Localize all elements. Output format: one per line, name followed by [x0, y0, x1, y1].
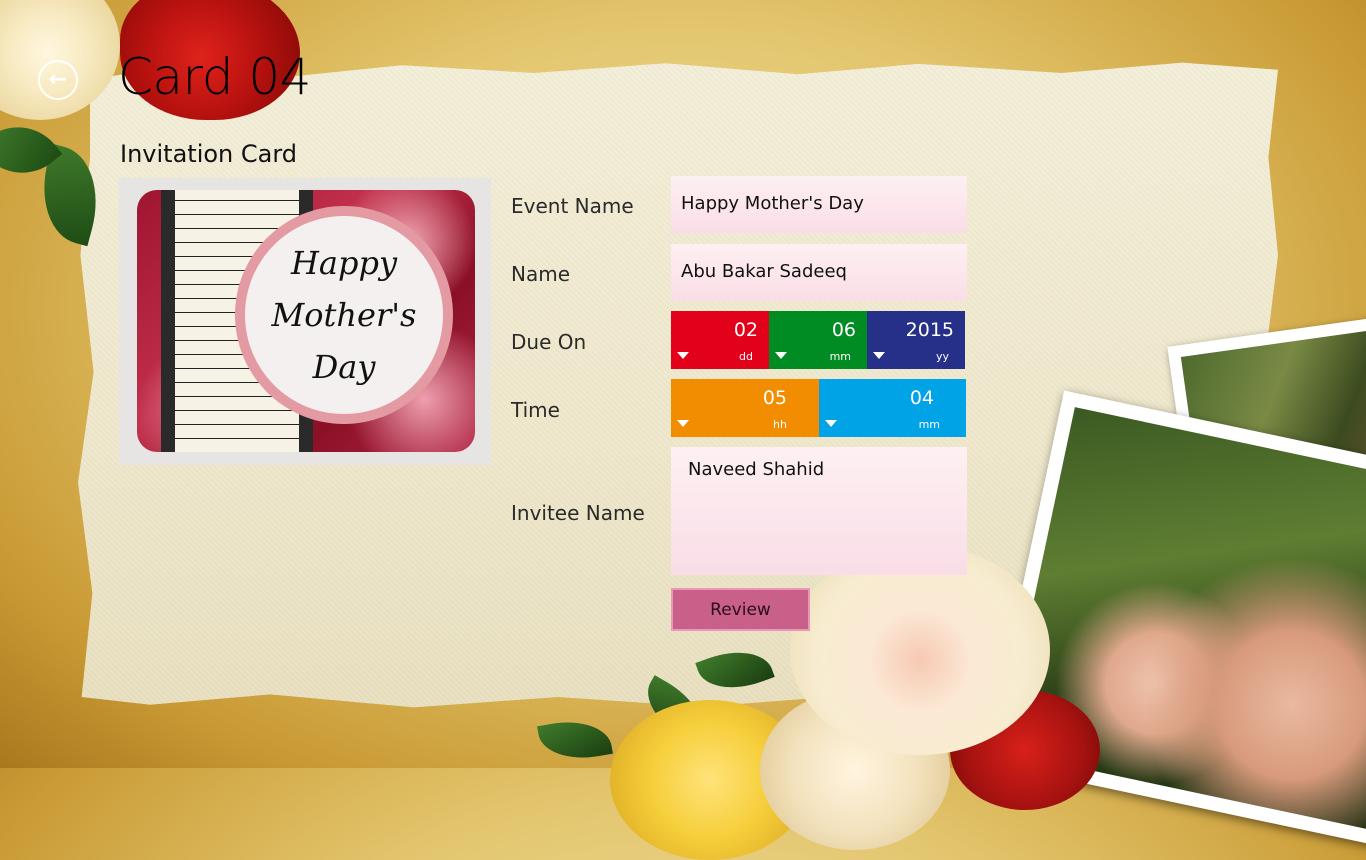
day-value: 02 — [733, 319, 758, 341]
review-button[interactable]: Review — [671, 588, 810, 631]
name-label: Name — [511, 262, 571, 286]
page-subtitle: Invitation Card — [120, 140, 298, 168]
name-input[interactable]: Abu Bakar Sadeeq — [671, 244, 967, 301]
page-title: Card 04 — [118, 48, 311, 106]
day-picker[interactable]: 02 dd — [671, 311, 769, 369]
hour-unit: hh — [773, 418, 787, 431]
dropdown-caret-icon — [775, 352, 787, 359]
back-button[interactable]: ← — [38, 60, 78, 100]
dropdown-caret-icon — [873, 352, 885, 359]
minute-value: 04 — [909, 387, 934, 409]
card-text-line: Day — [312, 348, 376, 386]
invitee-name-textarea[interactable]: Naveed Shahid — [671, 447, 967, 575]
card-text-line: Mother's — [271, 296, 417, 334]
time-label: Time — [511, 398, 560, 422]
month-unit: mm — [829, 350, 851, 363]
leaf-decoration — [537, 714, 613, 766]
dropdown-caret-icon — [677, 352, 689, 359]
back-arrow-icon: ← — [48, 67, 68, 92]
year-picker[interactable]: 2015 yy — [867, 311, 965, 369]
due-on-label: Due On — [511, 330, 587, 354]
year-value: 2015 — [905, 319, 954, 341]
card-text-line: Happy — [290, 244, 398, 282]
hour-picker[interactable]: 05 hh — [671, 379, 819, 437]
invitee-name-label: Invitee Name — [511, 501, 645, 525]
month-picker[interactable]: 06 mm — [769, 311, 867, 369]
minute-picker[interactable]: 04 mm — [819, 379, 966, 437]
hour-value: 05 — [762, 387, 787, 409]
dropdown-caret-icon — [825, 420, 837, 427]
year-unit: yy — [935, 350, 949, 363]
minute-unit: mm — [918, 418, 940, 431]
peach-rose-decoration — [790, 545, 1050, 755]
month-value: 06 — [831, 319, 856, 341]
event-name-input[interactable]: Happy Mother's Day — [671, 176, 967, 233]
event-name-label: Event Name — [511, 194, 634, 218]
day-unit: dd — [739, 350, 753, 363]
dropdown-caret-icon — [677, 420, 689, 427]
card-preview-image: Happy Mother's Day — [119, 178, 491, 465]
